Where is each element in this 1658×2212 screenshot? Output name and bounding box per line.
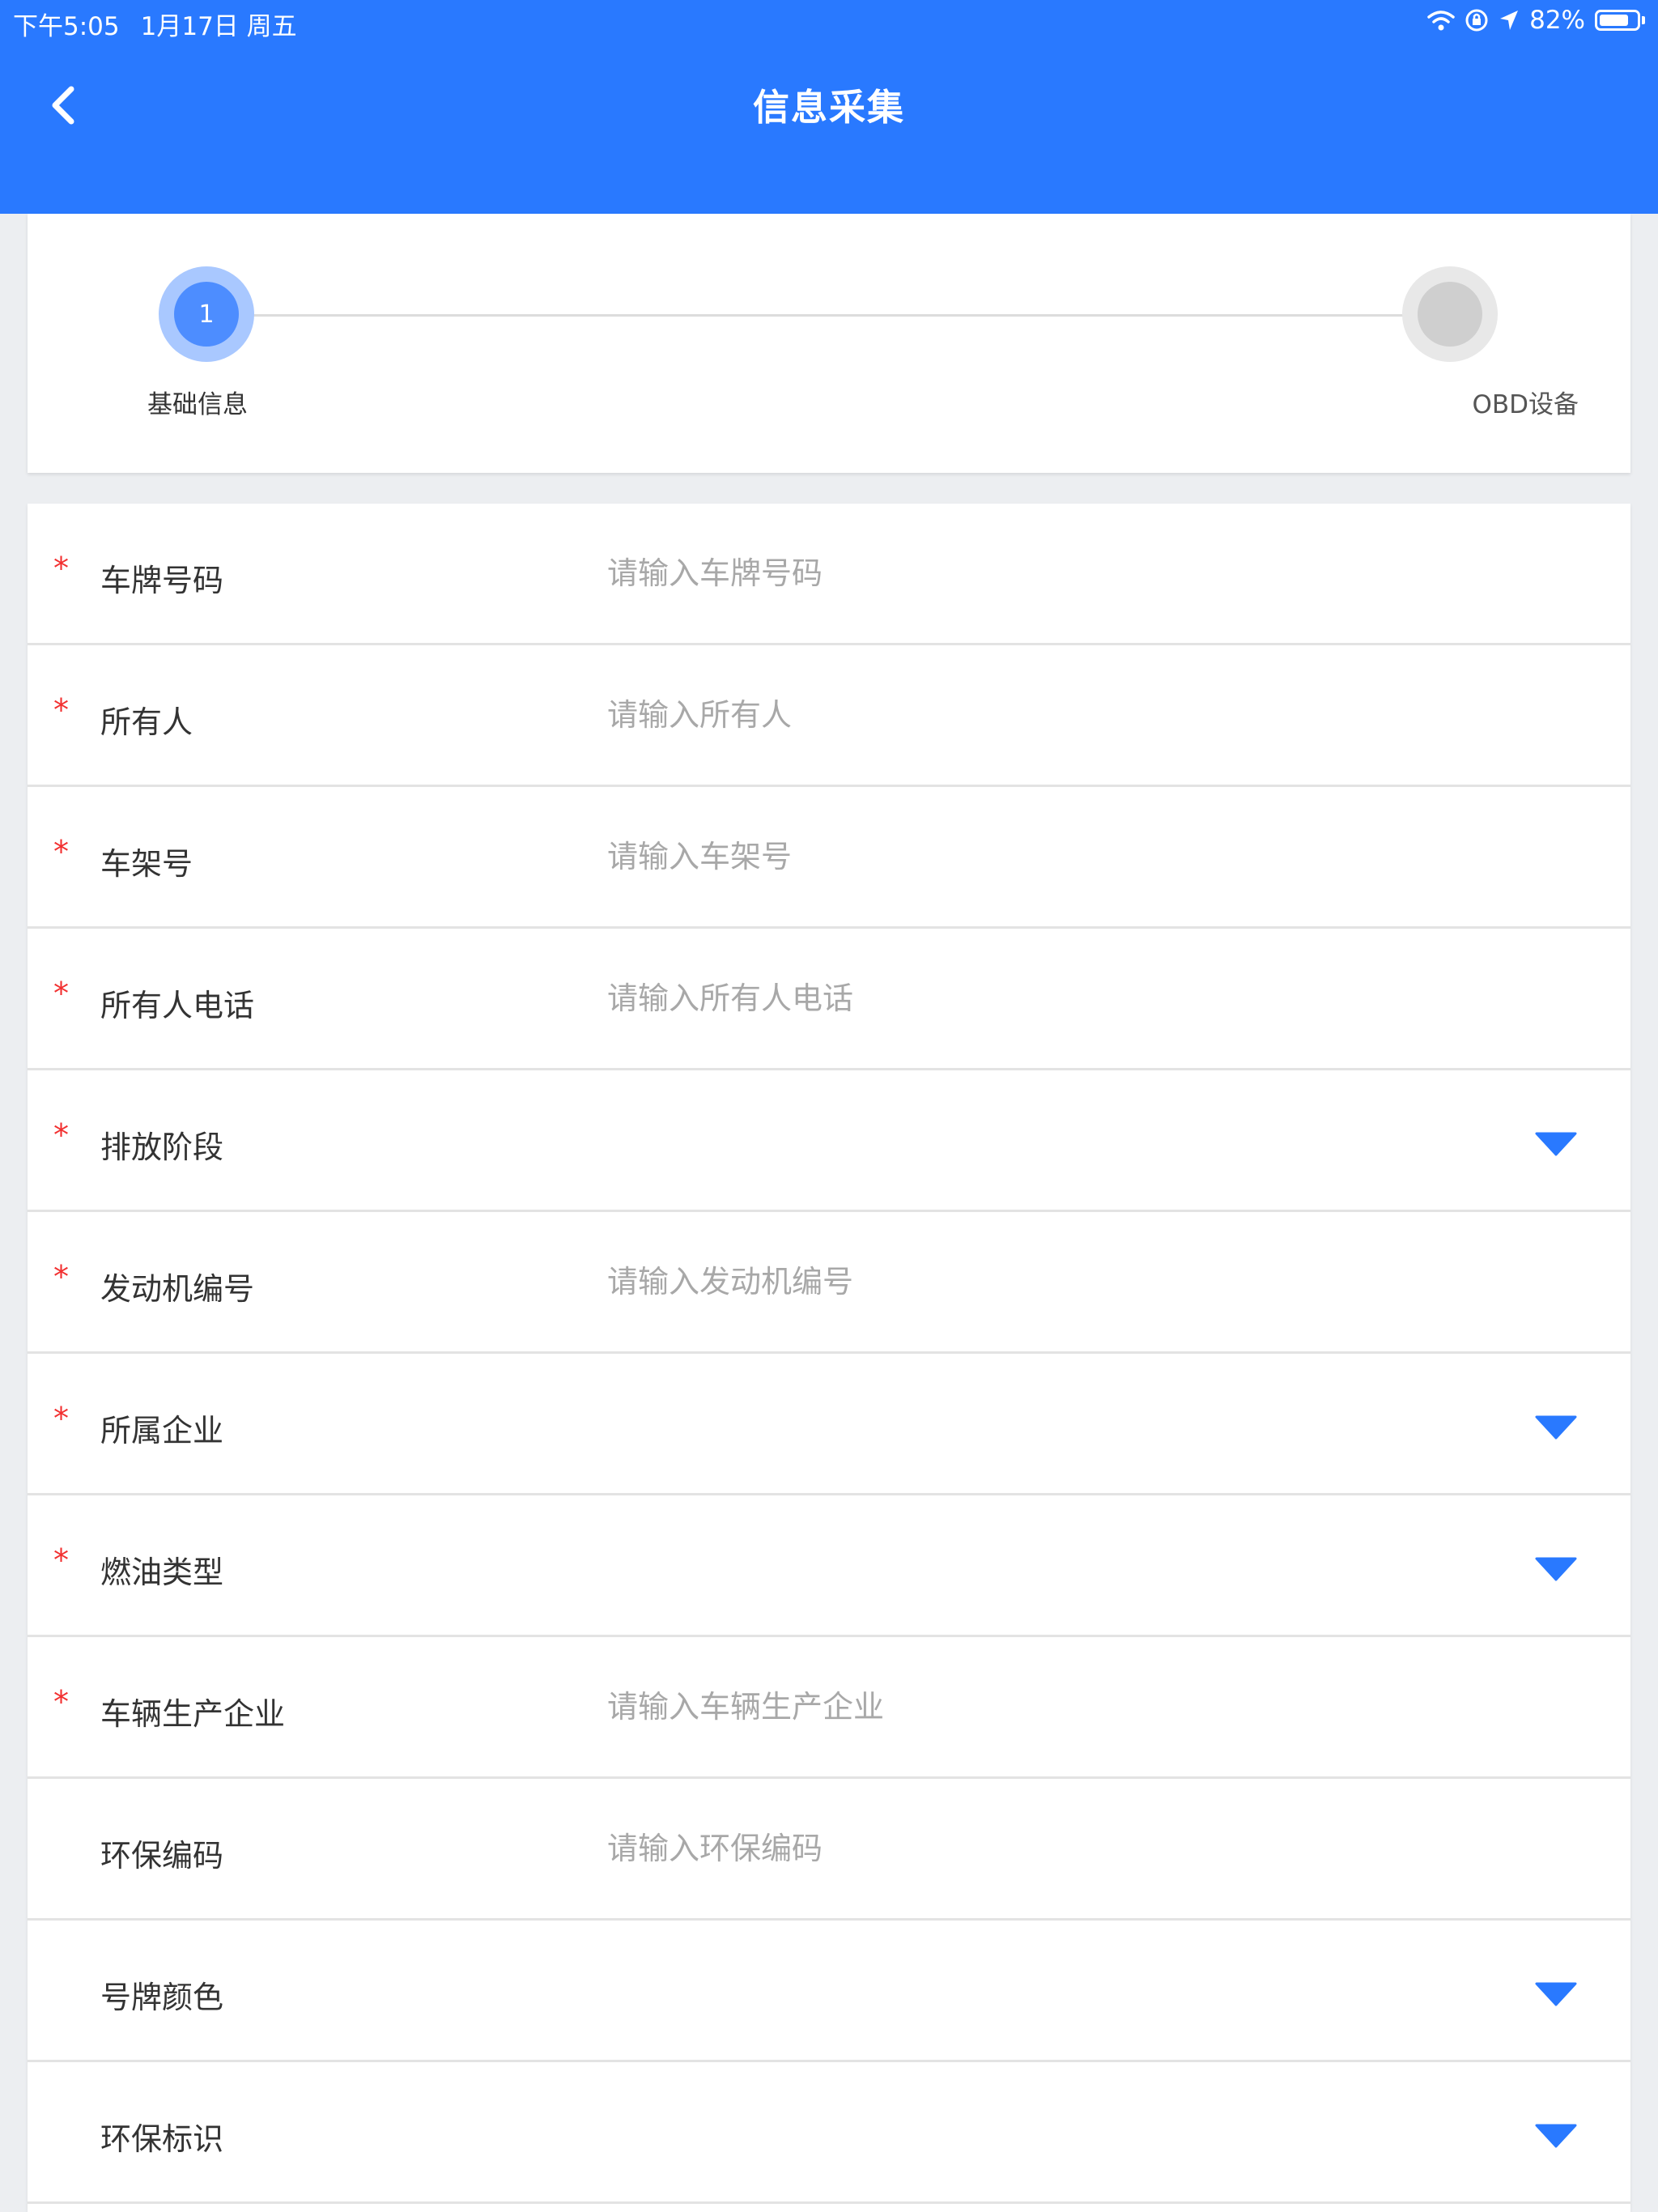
step-1-label: 基础信息 <box>147 390 248 419</box>
field-label: 所有人 <box>100 704 193 740</box>
step-1-number: 1 <box>174 282 239 347</box>
step-2-dot <box>1418 282 1482 347</box>
required-asterisk: * <box>53 1117 69 1153</box>
field-label: 环保标识 <box>100 2121 224 2157</box>
field-input-9[interactable] <box>607 1673 1514 1741</box>
select-value-11 <box>607 1972 1514 2040</box>
form: * 车牌号码 * 所有人 * 车架号 * 所有人电话 * 排放阶段 * 发动机编… <box>28 504 1630 2212</box>
dropdown-arrow-icon[interactable] <box>1535 1557 1577 1581</box>
step-2-label: OBD设备 <box>1472 390 1579 419</box>
required-asterisk: * <box>53 1259 69 1295</box>
rotation-lock-icon <box>1465 9 1488 32</box>
select-row-12[interactable]: 环保标识 <box>28 2062 1630 2204</box>
field-input-2[interactable] <box>607 681 1514 749</box>
field-label: 号牌颜色 <box>100 1980 224 2015</box>
battery-level <box>1600 15 1628 26</box>
status-indicators: 82% <box>1427 6 1645 35</box>
form-row-2: * 所有人 <box>28 645 1630 787</box>
select-value-5 <box>607 1122 1514 1190</box>
dropdown-arrow-icon[interactable] <box>1535 2124 1577 2148</box>
required-asterisk: * <box>53 1684 69 1720</box>
required-asterisk: * <box>53 1542 69 1578</box>
location-arrow-icon <box>1500 11 1519 30</box>
status-time: 下午5:05 <box>13 12 120 41</box>
select-row-7[interactable]: * 所属企业 <box>28 1354 1630 1495</box>
form-row-10: 环保编码 <box>28 1779 1630 1921</box>
status-date: 1月17日 周五 <box>140 12 297 41</box>
field-input-3[interactable] <box>607 823 1514 891</box>
field-label: 车架号 <box>100 846 193 882</box>
form-row-9: * 车辆生产企业 <box>28 1637 1630 1779</box>
field-label: 环保编码 <box>100 1838 224 1874</box>
field-input-4[interactable] <box>607 964 1514 1032</box>
select-row-5[interactable]: * 排放阶段 <box>28 1070 1630 1212</box>
step-connector-line <box>233 314 1477 317</box>
status-time-date: 下午5:05 1月17日 周五 <box>13 6 318 42</box>
field-label: 所有人电话 <box>100 988 255 1023</box>
form-row-1: * 车牌号码 <box>28 504 1630 645</box>
field-input-10[interactable] <box>607 1814 1514 1882</box>
stepper: 1 基础信息 OBD设备 <box>28 214 1630 473</box>
required-asterisk: * <box>53 692 69 728</box>
field-label: 燃油类型 <box>100 1555 224 1590</box>
battery-tip <box>1642 16 1645 24</box>
required-asterisk: * <box>53 976 69 1011</box>
field-label: 车牌号码 <box>100 563 224 598</box>
status-bar: 下午5:05 1月17日 周五 82% <box>0 0 1658 42</box>
field-input-6[interactable] <box>607 1248 1514 1316</box>
required-asterisk: * <box>53 1401 69 1436</box>
field-label: 排放阶段 <box>100 1129 224 1165</box>
field-input-1[interactable] <box>607 539 1514 607</box>
step-1-indicator: 1 <box>159 266 254 362</box>
field-label: 发动机编号 <box>100 1271 255 1307</box>
dropdown-arrow-icon[interactable] <box>1535 1982 1577 2006</box>
select-value-8 <box>607 1547 1514 1615</box>
field-label: 所属企业 <box>100 1413 224 1448</box>
battery-icon <box>1595 10 1640 31</box>
select-value-12 <box>607 2114 1514 2182</box>
page-title: 信息采集 <box>752 86 905 129</box>
select-row-8[interactable]: * 燃油类型 <box>28 1495 1630 1637</box>
select-row-11[interactable]: 号牌颜色 <box>28 1921 1630 2062</box>
step-2-indicator <box>1402 266 1498 362</box>
form-row-4: * 所有人电话 <box>28 929 1630 1070</box>
wifi-icon <box>1427 11 1455 31</box>
select-value-7 <box>607 1406 1514 1474</box>
battery-percent: 82% <box>1529 6 1585 35</box>
app-header: 下午5:05 1月17日 周五 82% 信息采集 <box>0 0 1658 214</box>
dropdown-arrow-icon[interactable] <box>1535 1132 1577 1156</box>
form-row-6: * 发动机编号 <box>28 1212 1630 1354</box>
required-asterisk: * <box>53 834 69 870</box>
field-label: 车辆生产企业 <box>100 1696 286 1732</box>
form-row-3: * 车架号 <box>28 787 1630 929</box>
required-asterisk: * <box>53 551 69 586</box>
dropdown-arrow-icon[interactable] <box>1535 1415 1577 1440</box>
